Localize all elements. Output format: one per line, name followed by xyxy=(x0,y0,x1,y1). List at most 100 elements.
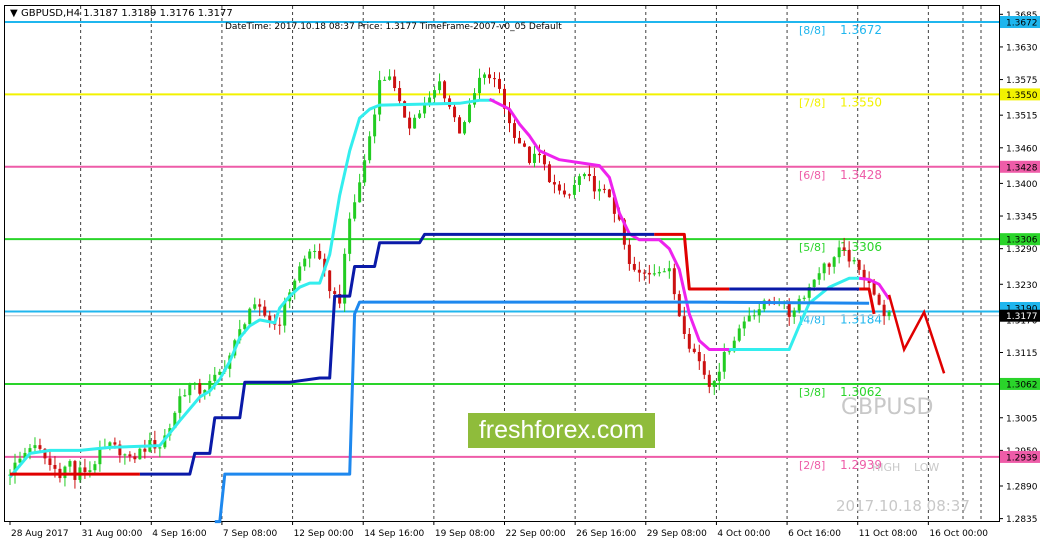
menu-triangle-icon[interactable]: ▼ xyxy=(10,8,18,19)
candle-body xyxy=(517,137,521,144)
candle-body xyxy=(752,315,756,317)
candle-body xyxy=(188,383,192,396)
candle-body xyxy=(512,123,516,138)
candle-body xyxy=(817,273,821,280)
level-value: 1.3306 xyxy=(840,240,882,254)
candle-body xyxy=(577,176,581,185)
candle-body xyxy=(83,467,87,472)
y-tick-label: 1.3290 xyxy=(1006,245,1038,255)
candle-body xyxy=(138,448,142,460)
candle-body xyxy=(68,461,72,467)
candle-body xyxy=(847,250,851,262)
candle-body xyxy=(842,247,846,251)
candle-body xyxy=(557,184,561,191)
candle-body xyxy=(647,272,651,275)
candle-body xyxy=(667,268,671,272)
candle-body xyxy=(792,310,796,317)
candle-body xyxy=(722,352,726,372)
candle-body xyxy=(258,304,262,307)
y-tick-label: 1.3230 xyxy=(1006,281,1038,291)
level-label: [3/8] xyxy=(799,386,825,399)
y-tick-label: 1.2890 xyxy=(1006,482,1038,492)
candle-body xyxy=(378,80,382,115)
level-value: 1.3184 xyxy=(840,313,882,327)
candle-body xyxy=(253,304,257,309)
candle-body xyxy=(747,315,751,322)
candle-body xyxy=(458,117,462,134)
candle-body xyxy=(363,160,367,183)
x-tick-label: 19 Sep 08:00 xyxy=(435,529,495,539)
y-tick-label: 1.3345 xyxy=(1006,213,1038,223)
y-tick-label: 1.3515 xyxy=(1006,112,1038,122)
price-tag-label: 1.3672 xyxy=(1006,19,1038,29)
candle-body xyxy=(263,306,267,316)
candle-body xyxy=(353,202,357,219)
candle-body xyxy=(423,104,427,114)
candle-body xyxy=(692,348,696,352)
candle-body xyxy=(463,122,467,134)
candle-body xyxy=(797,298,801,311)
x-tick-label: 4 Sep 16:00 xyxy=(152,529,207,539)
level-label: [6/8] xyxy=(799,169,825,182)
timestamp-watermark: 2017.10.18 08:37 xyxy=(836,497,970,515)
x-tick-label: 22 Sep 00:00 xyxy=(505,529,565,539)
candle-body xyxy=(298,266,302,281)
candle-body xyxy=(48,458,52,465)
candle-body xyxy=(133,456,137,460)
candle-body xyxy=(473,93,477,105)
candle-body xyxy=(532,153,536,163)
candle-body xyxy=(373,114,377,137)
brand-watermark: freshforex.com xyxy=(468,413,655,448)
level-label: [8/8] xyxy=(799,24,825,37)
candle-body xyxy=(872,282,876,295)
price-tag-label: 1.3306 xyxy=(1006,236,1038,246)
price-tag-label: 1.3550 xyxy=(1006,91,1038,101)
candle-body xyxy=(567,194,571,196)
candle-body xyxy=(333,291,337,295)
candle-body xyxy=(393,76,397,89)
candle-body xyxy=(802,297,806,299)
candle-body xyxy=(587,174,591,177)
candle-body xyxy=(672,268,676,295)
y-tick-label: 1.3575 xyxy=(1006,76,1038,86)
candle-body xyxy=(63,466,67,479)
candle-body xyxy=(493,78,497,80)
candle-body xyxy=(592,176,596,192)
indicator-info: DateTime: 2017.10.18 08:37 Price: 1.3177… xyxy=(225,22,562,32)
candle-body xyxy=(93,464,97,471)
candle-body xyxy=(682,316,686,334)
candle-body xyxy=(468,104,472,123)
candle-body xyxy=(488,74,492,79)
level-label: [5/8] xyxy=(799,241,825,254)
level-label: [7/8] xyxy=(799,96,825,109)
candle-body xyxy=(637,269,641,273)
candle-body xyxy=(832,257,836,267)
candle-body xyxy=(453,106,457,118)
candle-body xyxy=(757,309,761,316)
candle-body xyxy=(413,117,417,129)
candle-body xyxy=(98,448,102,465)
candle-body xyxy=(602,188,606,190)
candle-body xyxy=(857,259,861,270)
candle-body xyxy=(642,272,646,274)
candle-body xyxy=(278,324,282,326)
candle-body xyxy=(318,250,322,259)
symbol-info: GBPUSD,H4 1.3187 1.3189 1.3176 1.3177 xyxy=(21,8,233,19)
candle-body xyxy=(178,396,182,413)
candle-body xyxy=(837,247,841,258)
level-value: 1.3550 xyxy=(840,95,882,109)
x-tick-label: 16 Oct 00:00 xyxy=(929,529,988,539)
y-tick-label: 1.2835 xyxy=(1006,515,1038,525)
level-value: 1.3428 xyxy=(840,168,882,182)
candle-body xyxy=(852,259,856,262)
candle-body xyxy=(388,76,392,80)
candle-body xyxy=(562,190,566,195)
x-tick-label: 14 Sep 16:00 xyxy=(364,529,424,539)
candle-body xyxy=(303,258,307,267)
candle-body xyxy=(438,81,442,91)
candle-body xyxy=(627,244,631,264)
candle-body xyxy=(717,371,721,381)
y-tick-label: 1.3115 xyxy=(1006,349,1038,359)
candle-body xyxy=(887,312,891,317)
candle-body xyxy=(877,294,881,305)
